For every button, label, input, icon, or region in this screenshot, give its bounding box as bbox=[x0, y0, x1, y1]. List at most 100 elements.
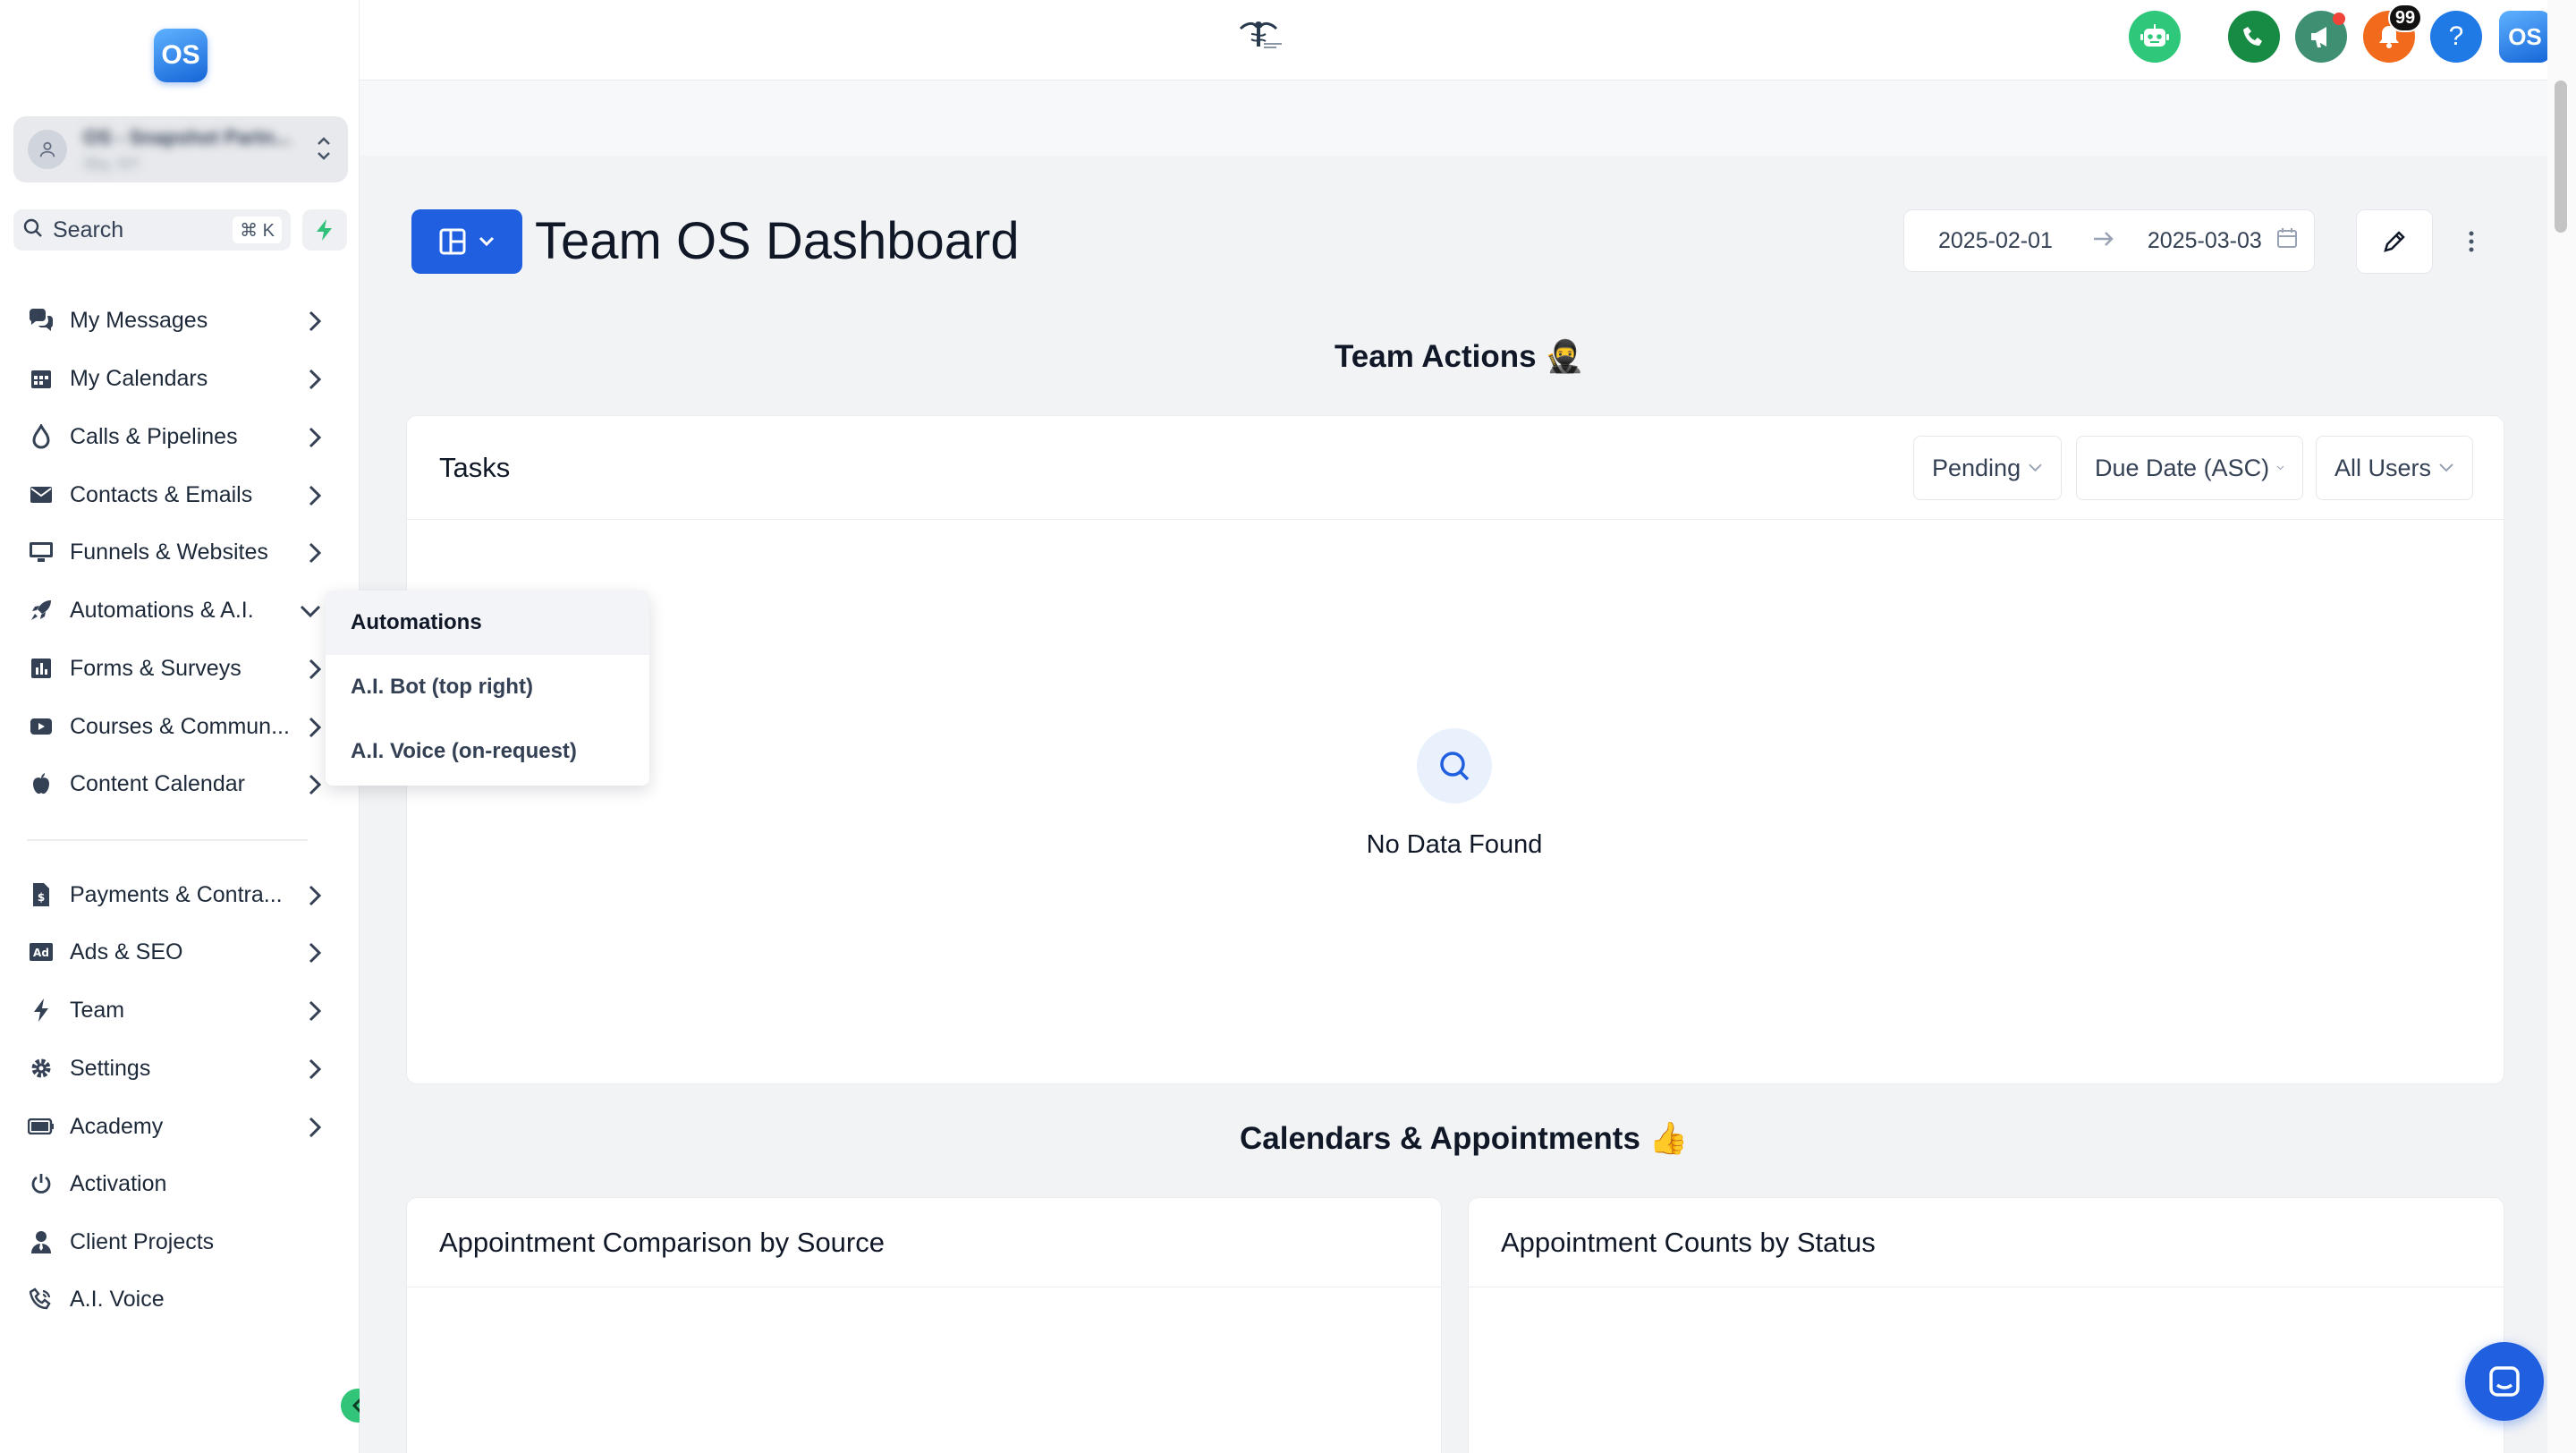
automations-submenu: Automations A.I. Bot (top right) A.I. Vo… bbox=[326, 591, 649, 786]
date-start[interactable]: 2025-02-01 bbox=[1938, 228, 2053, 254]
appointment-source-card: Appointment Comparison by Source bbox=[406, 1197, 1442, 1453]
sidebar-item-label: Academy bbox=[70, 1113, 164, 1139]
tasks-card-header: Tasks Pending Due Date (ASC) All Users bbox=[407, 416, 2504, 520]
search-shortcut: ⌘ K bbox=[233, 217, 282, 243]
empty-state-text: No Data Found bbox=[1366, 830, 1543, 859]
sidebar-item-forms-surveys[interactable]: Forms & Surveys bbox=[27, 646, 322, 691]
phone-button[interactable] bbox=[2228, 11, 2280, 63]
submenu-item-ai-voice[interactable]: A.I. Voice (on-request) bbox=[326, 719, 649, 784]
chevron-right-icon bbox=[308, 484, 322, 512]
quick-actions-button[interactable] bbox=[302, 209, 347, 251]
announcement-dot bbox=[2333, 13, 2345, 25]
scrollbar-thumb[interactable] bbox=[2555, 81, 2567, 233]
submenu-item-automations[interactable]: Automations bbox=[326, 591, 649, 655]
sidebar-item-calls-pipelines[interactable]: Calls & Pipelines bbox=[27, 414, 322, 459]
profile-button[interactable]: OS bbox=[2499, 11, 2551, 63]
topbar: 99 ? OS bbox=[360, 0, 2551, 81]
sort-filter-value: Due Date (ASC) bbox=[2095, 454, 2270, 481]
sidebar-search[interactable]: Search ⌘ K bbox=[13, 209, 291, 251]
date-end[interactable]: 2025-03-03 bbox=[2148, 228, 2262, 254]
chevron-down-icon bbox=[2276, 465, 2284, 471]
ad-icon: Ad bbox=[27, 938, 55, 966]
sidebar-item-activation[interactable]: Activation bbox=[27, 1161, 322, 1206]
dashboard-switcher-button[interactable] bbox=[411, 209, 522, 274]
submenu-item-ai-bot[interactable]: A.I. Bot (top right) bbox=[326, 655, 649, 719]
sidebar-item-courses-community[interactable]: Courses & Commun... bbox=[27, 704, 322, 749]
chevron-right-icon bbox=[308, 1116, 322, 1143]
sidebar-item-label: Contacts & Emails bbox=[70, 481, 253, 507]
app-logo[interactable]: OS bbox=[154, 29, 208, 82]
users-filter-value: All Users bbox=[2334, 454, 2432, 481]
drop-icon bbox=[27, 422, 55, 451]
power-icon bbox=[27, 1169, 55, 1198]
arrow-right-icon bbox=[2092, 228, 2115, 254]
account-switcher[interactable]: OS - Snapshot Partn... Sky, NY bbox=[13, 116, 348, 183]
sidebar-item-team[interactable]: Team bbox=[27, 988, 322, 1032]
notification-count-badge: 99 bbox=[2388, 4, 2422, 32]
sidebar-item-label: My Calendars bbox=[70, 365, 208, 391]
sidebar-item-my-calendars[interactable]: My Calendars bbox=[27, 356, 322, 401]
sidebar-item-label: Client Projects bbox=[70, 1228, 215, 1254]
chat-bubbles-icon bbox=[27, 306, 55, 335]
phone-icon bbox=[2243, 27, 2262, 46]
sidebar-item-label: Content Calendar bbox=[70, 770, 245, 796]
sidebar-item-label: Payments & Contra... bbox=[70, 881, 283, 907]
sort-filter-dropdown[interactable]: Due Date (ASC) bbox=[2076, 436, 2303, 500]
users-filter-dropdown[interactable]: All Users bbox=[2316, 436, 2473, 500]
monitor-icon bbox=[27, 538, 55, 566]
envelope-icon bbox=[27, 480, 55, 509]
page-header-band bbox=[360, 81, 2547, 156]
appointment-status-title: Appointment Counts by Status bbox=[1469, 1198, 2504, 1287]
sidebar-divider bbox=[27, 839, 308, 841]
sidebar-item-content-calendar[interactable]: Content Calendar bbox=[27, 761, 322, 806]
ai-bot-button[interactable] bbox=[2129, 11, 2181, 63]
chevron-right-icon bbox=[308, 716, 322, 743]
chevron-right-icon bbox=[308, 368, 322, 395]
notifications-button[interactable]: 99 bbox=[2363, 4, 2422, 63]
sidebar-item-automations-ai[interactable]: Automations & A.I. bbox=[27, 588, 322, 633]
sidebar-item-my-messages[interactable]: My Messages bbox=[27, 298, 322, 343]
chevron-down-icon bbox=[479, 236, 495, 247]
bolt-icon bbox=[27, 996, 55, 1024]
sidebar-item-label: Activation bbox=[70, 1170, 167, 1196]
sidebar-item-label: Calls & Pipelines bbox=[70, 423, 238, 449]
bolt-icon bbox=[317, 219, 332, 241]
status-filter-dropdown[interactable]: Pending bbox=[1913, 436, 2062, 500]
sidebar-item-label: Settings bbox=[70, 1055, 151, 1081]
sidebar-item-ai-voice[interactable]: A.I. Voice bbox=[27, 1277, 322, 1321]
company-logo[interactable] bbox=[1232, 20, 1285, 56]
chevron-down-icon bbox=[2439, 463, 2453, 472]
help-button[interactable]: ? bbox=[2430, 11, 2482, 63]
sidebar-item-contacts-emails[interactable]: Contacts & Emails bbox=[27, 472, 322, 517]
apple-icon bbox=[27, 769, 55, 798]
more-options-button[interactable] bbox=[2458, 224, 2485, 259]
account-avatar-icon bbox=[28, 130, 67, 169]
sidebar-item-academy[interactable]: Academy bbox=[27, 1104, 322, 1149]
sidebar-item-ads-seo[interactable]: Ad Ads & SEO bbox=[27, 930, 322, 974]
rocket-icon bbox=[27, 596, 55, 625]
date-range-picker[interactable]: 2025-02-01 2025-03-03 bbox=[1903, 209, 2315, 272]
chevron-right-icon bbox=[308, 1058, 322, 1085]
tasks-title: Tasks bbox=[439, 451, 511, 483]
search-label: Search bbox=[53, 217, 124, 242]
edit-dashboard-button[interactable] bbox=[2356, 209, 2433, 274]
invoice-icon: $ bbox=[27, 880, 55, 909]
sidebar-item-funnels-websites[interactable]: Funnels & Websites bbox=[27, 530, 322, 574]
phone-volume-icon bbox=[27, 1285, 55, 1313]
announcements-button[interactable] bbox=[2295, 11, 2347, 63]
bar-chart-icon bbox=[27, 654, 55, 683]
account-name: OS - Snapshot Partn... bbox=[83, 125, 292, 149]
battery-icon bbox=[27, 1112, 55, 1141]
account-location: Sky, NY bbox=[83, 154, 140, 173]
chat-icon bbox=[2489, 1366, 2520, 1397]
sidebar-item-client-projects[interactable]: Client Projects bbox=[27, 1219, 322, 1264]
sidebar-item-payments-contracts[interactable]: $ Payments & Contra... bbox=[27, 872, 322, 917]
sidebar-item-settings[interactable]: Settings bbox=[27, 1046, 322, 1091]
svg-text:Ad: Ad bbox=[33, 947, 49, 959]
kebab-icon bbox=[2469, 231, 2474, 252]
chevron-updown-icon bbox=[314, 132, 334, 169]
svg-text:$: $ bbox=[38, 891, 45, 904]
chat-launcher-button[interactable] bbox=[2465, 1342, 2544, 1421]
page-scrollbar[interactable] bbox=[2547, 0, 2576, 1453]
sidebar-item-label: Courses & Commun... bbox=[70, 713, 290, 739]
